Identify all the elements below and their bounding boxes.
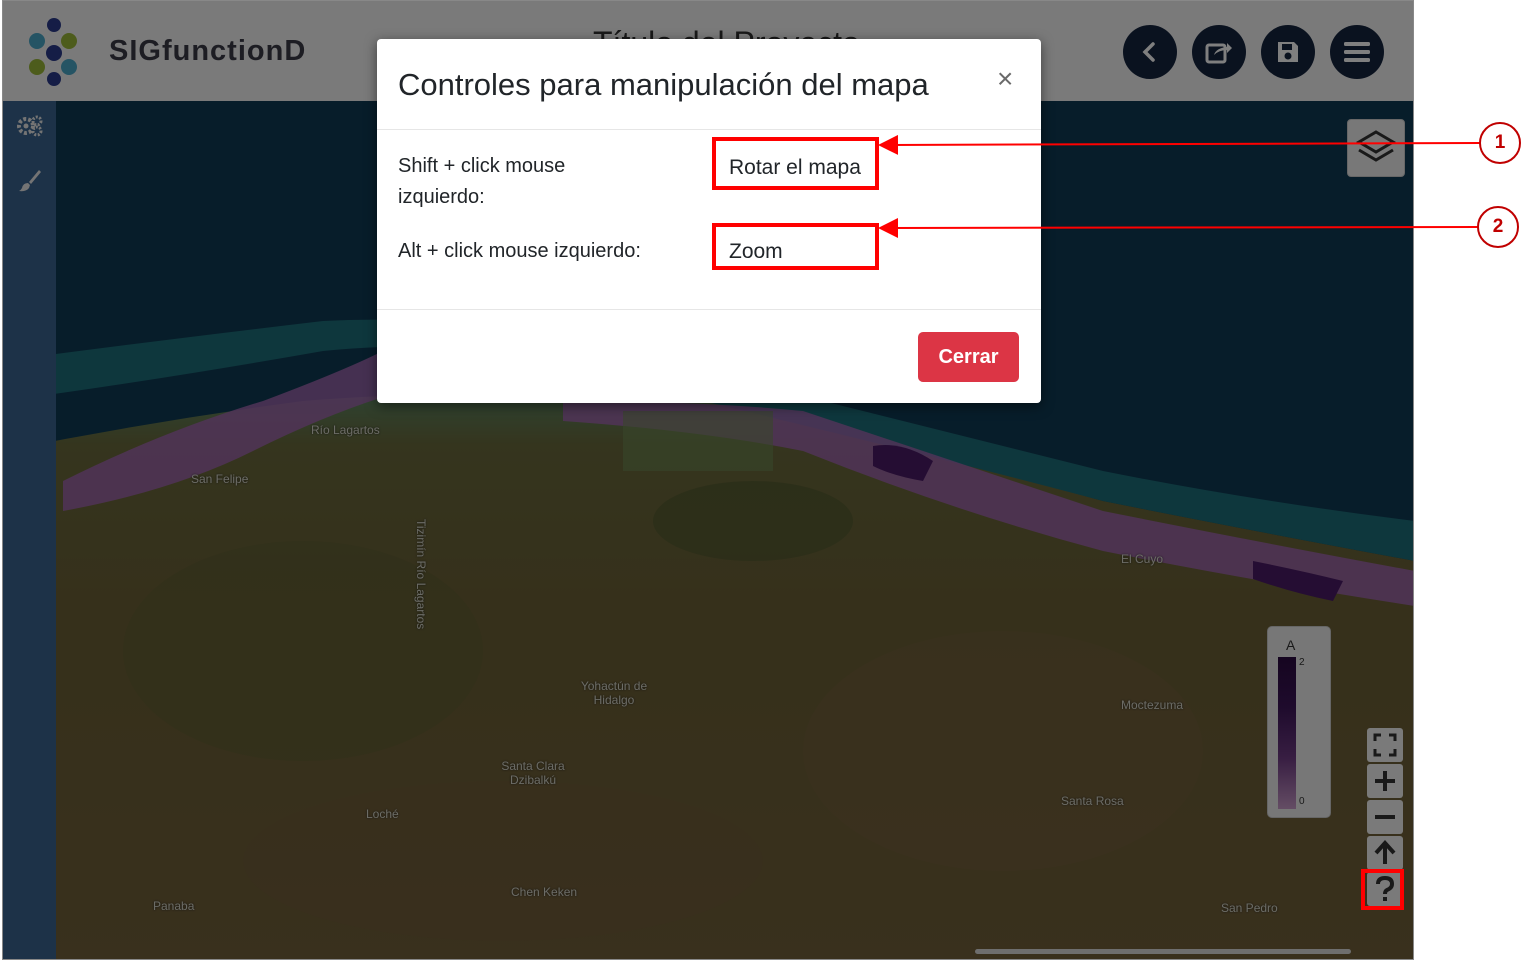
- map-controls-dialog: Controles para manipulación del mapa × S…: [377, 39, 1041, 403]
- close-button[interactable]: Cerrar: [918, 332, 1019, 382]
- shortcut-label-rotate: Shift + click mouse izquierdo:: [398, 155, 566, 208]
- highlight-rotate-value: [712, 137, 879, 190]
- callout-2: 2: [1477, 206, 1519, 248]
- close-icon[interactable]: ×: [997, 63, 1013, 95]
- callout-1: 1: [1479, 122, 1521, 164]
- dialog-footer-divider: [377, 309, 1041, 310]
- highlight-help-button: [1361, 869, 1404, 910]
- highlight-zoom-value: [712, 223, 879, 270]
- dialog-title: Controles para manipulación del mapa: [398, 67, 929, 102]
- shortcut-label-zoom: Alt + click mouse izquierdo:: [398, 240, 641, 262]
- dialog-header-divider: [377, 129, 1041, 130]
